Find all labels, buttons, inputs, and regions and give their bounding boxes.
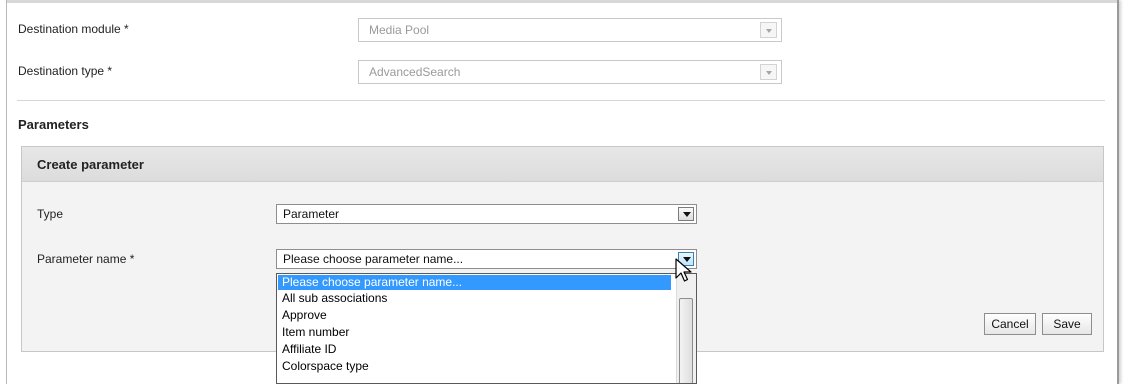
destination-type-label: Destination type *	[18, 64, 113, 78]
divider	[17, 100, 1105, 101]
destination-type-select[interactable]: AdvancedSearch	[358, 60, 782, 84]
save-button[interactable]: Save	[1042, 313, 1092, 335]
dropdown-scrollbar[interactable]	[676, 274, 696, 383]
chevron-down-icon	[760, 22, 777, 38]
dropdown-option[interactable]: Approve	[278, 308, 327, 323]
mouse-pointer-icon	[675, 258, 692, 282]
parameter-name-value: Please choose parameter name...	[283, 252, 464, 266]
type-select-value: Parameter	[283, 207, 340, 221]
destination-module-select[interactable]: Media Pool	[358, 18, 782, 42]
panel-title: Create parameter	[37, 157, 144, 172]
scrollbar-thumb[interactable]	[679, 298, 693, 383]
panel-header: Create parameter	[22, 147, 1103, 182]
parameter-name-select[interactable]: Please choose parameter name...	[276, 249, 697, 269]
cancel-button[interactable]: Cancel	[984, 313, 1036, 335]
chevron-down-icon	[760, 64, 777, 80]
destination-module-label: Destination module *	[18, 22, 129, 36]
destination-module-value: Media Pool	[369, 23, 430, 37]
dropdown-option[interactable]: Colorspace type	[278, 359, 369, 374]
top-border	[7, 0, 1117, 3]
parameter-name-label: Parameter name *	[37, 252, 135, 266]
type-label: Type	[37, 207, 64, 221]
type-select[interactable]: Parameter	[276, 204, 697, 224]
dropdown-option[interactable]: Affiliate ID	[278, 342, 336, 357]
dropdown-option[interactable]: Please choose parameter name...	[278, 275, 671, 290]
dropdown-option[interactable]: All sub associations	[278, 291, 387, 306]
destination-type-value: AdvancedSearch	[369, 65, 461, 79]
chevron-down-icon[interactable]	[678, 207, 694, 221]
dropdown-option[interactable]: Item number	[278, 325, 349, 340]
parameter-name-dropdown[interactable]: Please choose parameter name... All sub …	[276, 273, 697, 384]
parameters-heading: Parameters	[18, 117, 89, 132]
